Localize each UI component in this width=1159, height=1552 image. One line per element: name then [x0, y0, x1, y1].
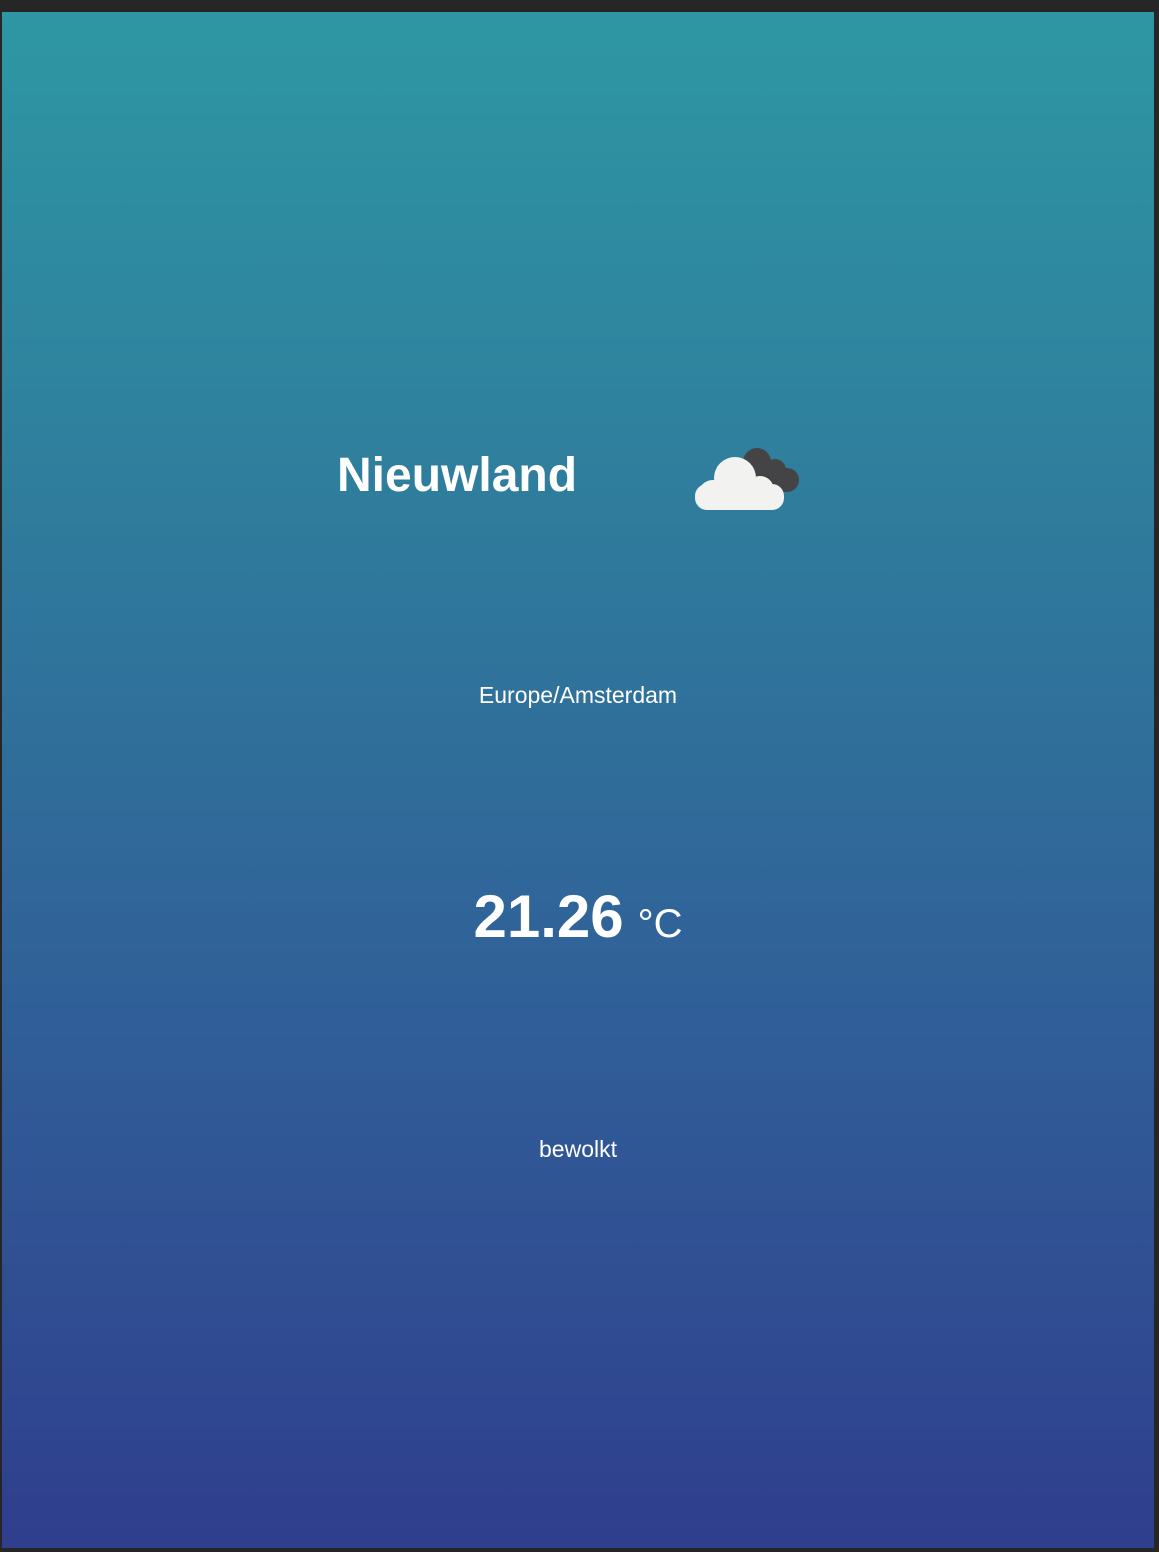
timezone: Europe/Amsterdam — [478, 682, 678, 708]
weather-description: bewolkt — [539, 1136, 617, 1162]
weather-card: Nieuwland Europe/Amsterdam 21.26 °C bewol… — [2, 12, 1154, 1548]
cloudy-icon — [695, 448, 799, 510]
temperature-value: 21.26 — [473, 883, 624, 950]
temperature: 21.26 °C — [2, 882, 1154, 951]
temperature-unit: °C — [637, 902, 683, 946]
city-name: Nieuwland — [337, 449, 578, 502]
